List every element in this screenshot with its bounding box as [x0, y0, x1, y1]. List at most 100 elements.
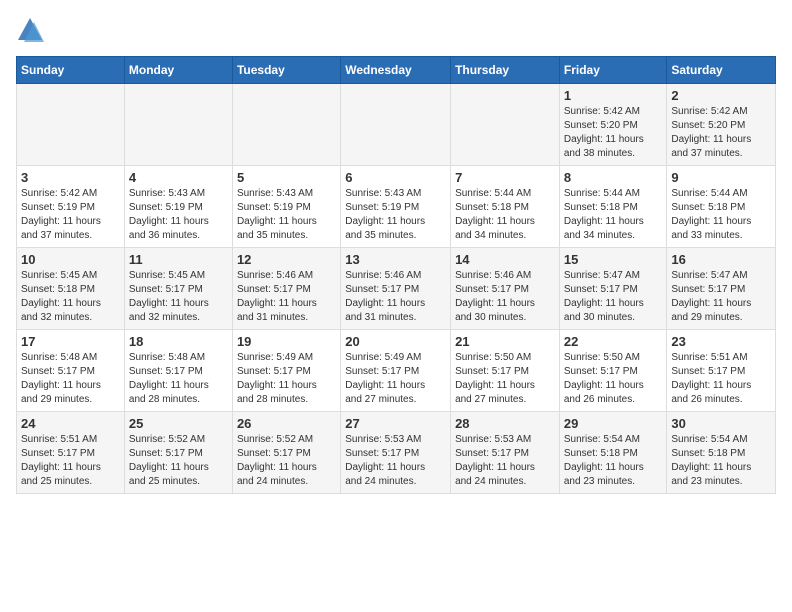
day-number: 3: [21, 170, 120, 185]
calendar-cell: 4 Sunrise: 5:43 AMSunset: 5:19 PMDaylight…: [124, 166, 232, 248]
calendar-week-2: 3 Sunrise: 5:42 AMSunset: 5:19 PMDaylight…: [17, 166, 776, 248]
day-number: 14: [455, 252, 555, 267]
day-info: Sunrise: 5:43 AMSunset: 5:19 PMDaylight:…: [345, 187, 446, 243]
day-info: Sunrise: 5:52 AMSunset: 5:17 PMDaylight:…: [129, 433, 228, 489]
calendar-cell: 16 Sunrise: 5:47 AMSunset: 5:17 PMDayligh…: [667, 248, 776, 330]
day-number: 4: [129, 170, 228, 185]
day-number: 17: [21, 334, 120, 349]
day-info: Sunrise: 5:51 AMSunset: 5:17 PMDaylight:…: [671, 351, 771, 407]
day-info: Sunrise: 5:53 AMSunset: 5:17 PMDaylight:…: [345, 433, 446, 489]
weekday-header-monday: Monday: [124, 57, 232, 84]
day-info: Sunrise: 5:50 AMSunset: 5:17 PMDaylight:…: [455, 351, 555, 407]
day-number: 24: [21, 416, 120, 431]
day-info: Sunrise: 5:42 AMSunset: 5:19 PMDaylight:…: [21, 187, 120, 243]
day-info: Sunrise: 5:54 AMSunset: 5:18 PMDaylight:…: [564, 433, 663, 489]
calendar-cell: [232, 84, 340, 166]
day-info: Sunrise: 5:46 AMSunset: 5:17 PMDaylight:…: [237, 269, 336, 325]
day-number: 27: [345, 416, 446, 431]
day-number: 2: [671, 88, 771, 103]
day-number: 7: [455, 170, 555, 185]
day-info: Sunrise: 5:48 AMSunset: 5:17 PMDaylight:…: [21, 351, 120, 407]
day-info: Sunrise: 5:43 AMSunset: 5:19 PMDaylight:…: [237, 187, 336, 243]
weekday-header-wednesday: Wednesday: [341, 57, 451, 84]
calendar-cell: [17, 84, 125, 166]
calendar-cell: 28 Sunrise: 5:53 AMSunset: 5:17 PMDayligh…: [451, 412, 560, 494]
calendar-cell: 10 Sunrise: 5:45 AMSunset: 5:18 PMDayligh…: [17, 248, 125, 330]
day-number: 30: [671, 416, 771, 431]
day-info: Sunrise: 5:45 AMSunset: 5:18 PMDaylight:…: [21, 269, 120, 325]
day-number: 13: [345, 252, 446, 267]
day-number: 22: [564, 334, 663, 349]
calendar-cell: 25 Sunrise: 5:52 AMSunset: 5:17 PMDayligh…: [124, 412, 232, 494]
calendar-cell: 14 Sunrise: 5:46 AMSunset: 5:17 PMDayligh…: [451, 248, 560, 330]
day-number: 26: [237, 416, 336, 431]
calendar-cell: 9 Sunrise: 5:44 AMSunset: 5:18 PMDaylight…: [667, 166, 776, 248]
weekday-header-sunday: Sunday: [17, 57, 125, 84]
day-number: 10: [21, 252, 120, 267]
day-number: 28: [455, 416, 555, 431]
day-info: Sunrise: 5:50 AMSunset: 5:17 PMDaylight:…: [564, 351, 663, 407]
calendar-week-1: 1 Sunrise: 5:42 AMSunset: 5:20 PMDaylight…: [17, 84, 776, 166]
day-number: 20: [345, 334, 446, 349]
day-info: Sunrise: 5:48 AMSunset: 5:17 PMDaylight:…: [129, 351, 228, 407]
day-number: 23: [671, 334, 771, 349]
calendar-cell: 26 Sunrise: 5:52 AMSunset: 5:17 PMDayligh…: [232, 412, 340, 494]
calendar-week-4: 17 Sunrise: 5:48 AMSunset: 5:17 PMDayligh…: [17, 330, 776, 412]
calendar-cell: 11 Sunrise: 5:45 AMSunset: 5:17 PMDayligh…: [124, 248, 232, 330]
logo: [16, 16, 48, 44]
calendar-cell: 8 Sunrise: 5:44 AMSunset: 5:18 PMDaylight…: [559, 166, 667, 248]
calendar-cell: 5 Sunrise: 5:43 AMSunset: 5:19 PMDaylight…: [232, 166, 340, 248]
calendar-cell: 29 Sunrise: 5:54 AMSunset: 5:18 PMDayligh…: [559, 412, 667, 494]
calendar-cell: 30 Sunrise: 5:54 AMSunset: 5:18 PMDayligh…: [667, 412, 776, 494]
day-number: 11: [129, 252, 228, 267]
day-number: 29: [564, 416, 663, 431]
calendar-cell: [451, 84, 560, 166]
calendar-cell: [124, 84, 232, 166]
day-number: 16: [671, 252, 771, 267]
day-number: 6: [345, 170, 446, 185]
day-info: Sunrise: 5:44 AMSunset: 5:18 PMDaylight:…: [671, 187, 771, 243]
calendar-table: SundayMondayTuesdayWednesdayThursdayFrid…: [16, 56, 776, 494]
day-number: 21: [455, 334, 555, 349]
day-info: Sunrise: 5:53 AMSunset: 5:17 PMDaylight:…: [455, 433, 555, 489]
day-info: Sunrise: 5:46 AMSunset: 5:17 PMDaylight:…: [455, 269, 555, 325]
day-number: 5: [237, 170, 336, 185]
day-info: Sunrise: 5:42 AMSunset: 5:20 PMDaylight:…: [671, 105, 771, 161]
page-header: [16, 16, 776, 44]
day-number: 12: [237, 252, 336, 267]
day-number: 25: [129, 416, 228, 431]
day-info: Sunrise: 5:49 AMSunset: 5:17 PMDaylight:…: [345, 351, 446, 407]
calendar-week-5: 24 Sunrise: 5:51 AMSunset: 5:17 PMDayligh…: [17, 412, 776, 494]
calendar-cell: 6 Sunrise: 5:43 AMSunset: 5:19 PMDaylight…: [341, 166, 451, 248]
day-number: 19: [237, 334, 336, 349]
day-number: 9: [671, 170, 771, 185]
weekday-header-tuesday: Tuesday: [232, 57, 340, 84]
calendar-cell: 18Sunrise: 5:48 AMSunset: 5:17 PMDayligh…: [124, 330, 232, 412]
day-info: Sunrise: 5:47 AMSunset: 5:17 PMDaylight:…: [564, 269, 663, 325]
day-info: Sunrise: 5:54 AMSunset: 5:18 PMDaylight:…: [671, 433, 771, 489]
day-info: Sunrise: 5:51 AMSunset: 5:17 PMDaylight:…: [21, 433, 120, 489]
day-info: Sunrise: 5:47 AMSunset: 5:17 PMDaylight:…: [671, 269, 771, 325]
day-info: Sunrise: 5:44 AMSunset: 5:18 PMDaylight:…: [564, 187, 663, 243]
calendar-header: SundayMondayTuesdayWednesdayThursdayFrid…: [17, 57, 776, 84]
day-info: Sunrise: 5:52 AMSunset: 5:17 PMDaylight:…: [237, 433, 336, 489]
calendar-cell: 20 Sunrise: 5:49 AMSunset: 5:17 PMDayligh…: [341, 330, 451, 412]
day-number: 8: [564, 170, 663, 185]
calendar-cell: 24 Sunrise: 5:51 AMSunset: 5:17 PMDayligh…: [17, 412, 125, 494]
calendar-cell: 13 Sunrise: 5:46 AMSunset: 5:17 PMDayligh…: [341, 248, 451, 330]
day-info: Sunrise: 5:45 AMSunset: 5:17 PMDaylight:…: [129, 269, 228, 325]
calendar-cell: 27 Sunrise: 5:53 AMSunset: 5:17 PMDayligh…: [341, 412, 451, 494]
weekday-header-thursday: Thursday: [451, 57, 560, 84]
day-info: Sunrise: 5:46 AMSunset: 5:17 PMDaylight:…: [345, 269, 446, 325]
calendar-cell: [341, 84, 451, 166]
day-info: Sunrise: 5:49 AMSunset: 5:17 PMDaylight:…: [237, 351, 336, 407]
calendar-cell: 3 Sunrise: 5:42 AMSunset: 5:19 PMDaylight…: [17, 166, 125, 248]
calendar-cell: 7 Sunrise: 5:44 AMSunset: 5:18 PMDaylight…: [451, 166, 560, 248]
day-info: Sunrise: 5:43 AMSunset: 5:19 PMDaylight:…: [129, 187, 228, 243]
calendar-cell: 15Sunrise: 5:47 AMSunset: 5:17 PMDayligh…: [559, 248, 667, 330]
weekday-header-saturday: Saturday: [667, 57, 776, 84]
day-number: 1: [564, 88, 663, 103]
calendar-cell: 1Sunrise: 5:42 AMSunset: 5:20 PMDaylight…: [559, 84, 667, 166]
day-info: Sunrise: 5:44 AMSunset: 5:18 PMDaylight:…: [455, 187, 555, 243]
weekday-header-friday: Friday: [559, 57, 667, 84]
